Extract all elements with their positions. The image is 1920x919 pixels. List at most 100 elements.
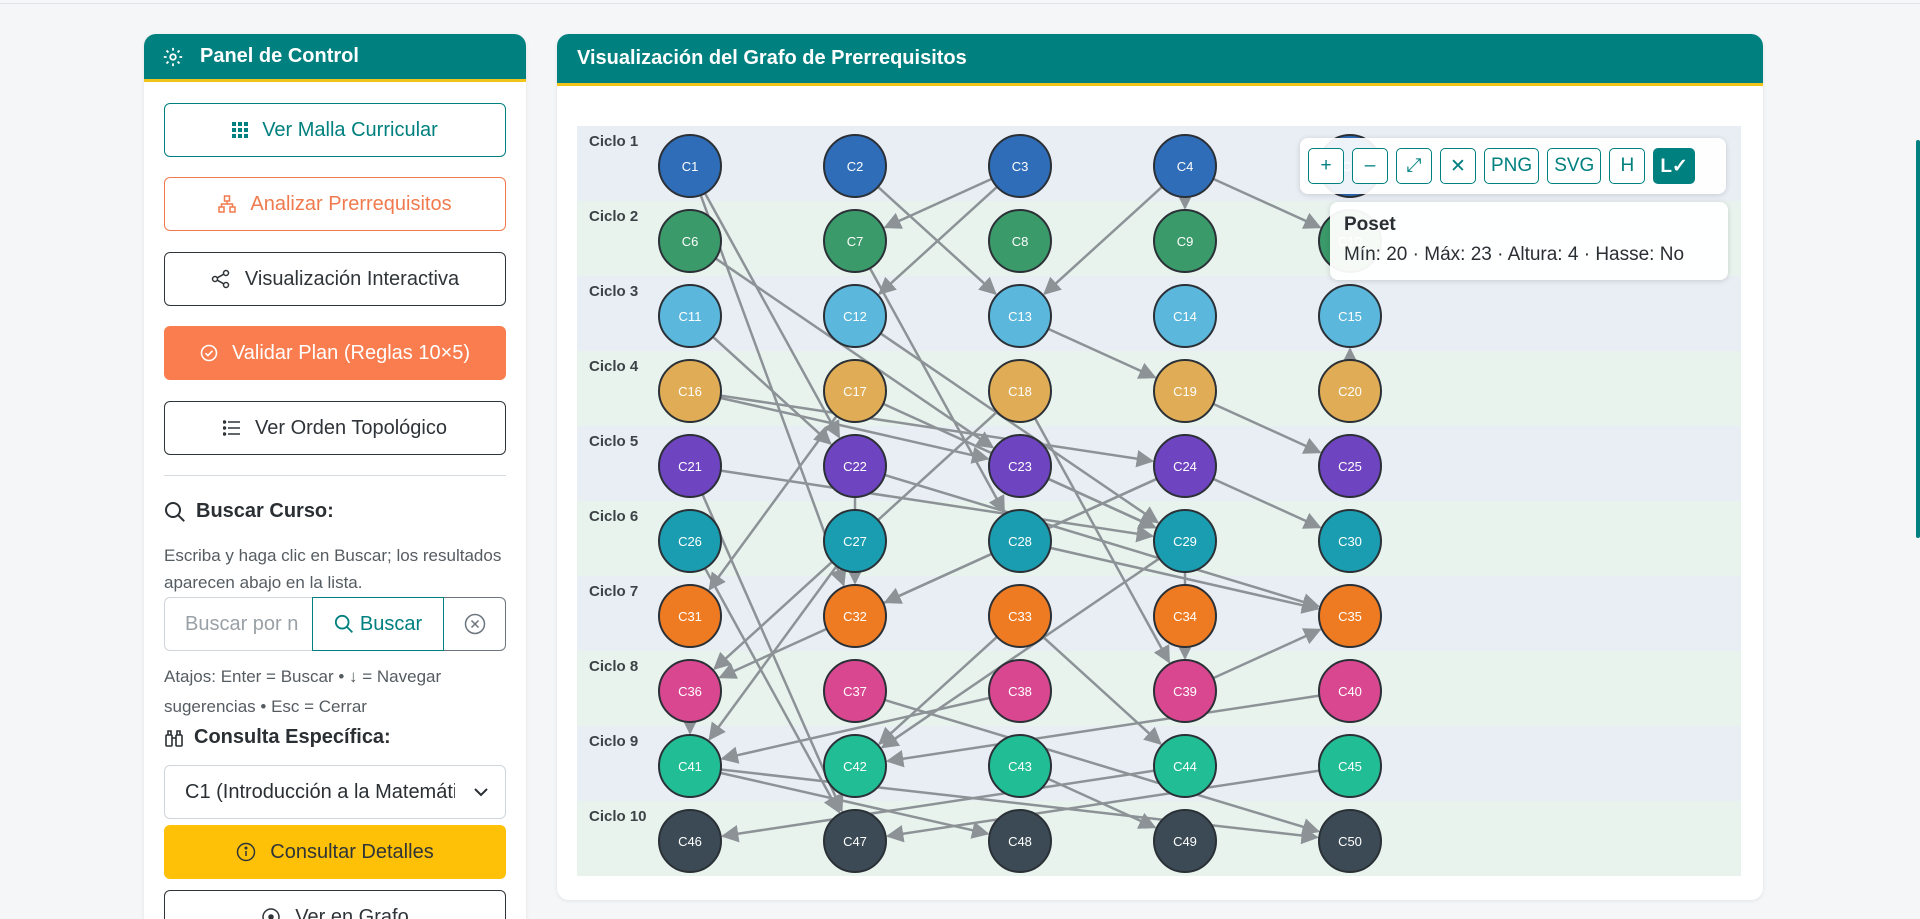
search-button[interactable]: Buscar	[312, 597, 444, 651]
course-node[interactable]: C2	[823, 134, 887, 198]
course-node[interactable]: C43	[988, 734, 1052, 798]
course-node[interactable]: C49	[1153, 809, 1217, 873]
course-select[interactable]: C1 (Introducción a la Matemática)	[164, 765, 506, 819]
course-node[interactable]: C36	[658, 659, 722, 723]
course-node-label: C1	[682, 159, 699, 174]
course-node[interactable]: C19	[1153, 359, 1217, 423]
shortcuts-line-2: sugerencias • Esc = Cerrar	[164, 697, 367, 716]
malla-curricular-label: Ver Malla Curricular	[262, 118, 438, 141]
consultar-detalles-button[interactable]: Consultar Detalles	[164, 825, 506, 879]
course-node[interactable]: C39	[1153, 659, 1217, 723]
course-node[interactable]: C20	[1318, 359, 1382, 423]
course-node[interactable]: C40	[1318, 659, 1382, 723]
control-panel-title: Panel de Control	[200, 45, 359, 67]
course-node-label: C9	[1177, 234, 1194, 249]
analizar-prerrequisitos-button[interactable]: Analizar Prerrequisitos	[164, 177, 506, 231]
course-node[interactable]: C33	[988, 584, 1052, 648]
course-node[interactable]: C15	[1318, 284, 1382, 348]
course-node[interactable]: C3	[988, 134, 1052, 198]
course-node-label: C12	[843, 309, 867, 324]
cycle-label: Ciclo 8	[589, 658, 638, 675]
grid-icon	[232, 122, 249, 138]
course-node[interactable]: C35	[1318, 584, 1382, 648]
visualization-header: Visualización del Grafo de Prerrequisito…	[557, 34, 1763, 86]
course-node[interactable]: C6	[658, 209, 722, 273]
course-node[interactable]: C17	[823, 359, 887, 423]
course-node[interactable]: C11	[658, 284, 722, 348]
course-node-label: C11	[679, 309, 702, 324]
course-node[interactable]: C16	[658, 359, 722, 423]
course-node[interactable]: C23	[988, 434, 1052, 498]
ver-en-grafo-button[interactable]: Ver en Grafo	[164, 890, 506, 919]
course-node-label: C8	[1012, 234, 1029, 249]
visualizacion-interactiva-button[interactable]: Visualización Interactiva	[164, 252, 506, 306]
hasse-toggle-button[interactable]: H	[1609, 148, 1646, 184]
course-node-label: C33	[1008, 609, 1032, 624]
validar-plan-button[interactable]: Validar Plan (Reglas 10×5)	[164, 326, 506, 380]
course-node[interactable]: C28	[988, 509, 1052, 573]
course-node[interactable]: C1	[658, 134, 722, 198]
zoom-in-button[interactable]: +	[1308, 148, 1344, 184]
course-node[interactable]: C44	[1153, 734, 1217, 798]
course-node-label: C20	[1338, 384, 1362, 399]
layout-toggle-button[interactable]: L✓	[1653, 148, 1695, 184]
zoom-out-button[interactable]: –	[1352, 148, 1388, 184]
course-node[interactable]: C8	[988, 209, 1052, 273]
course-node[interactable]: C29	[1153, 509, 1217, 573]
course-node-label: C16	[678, 384, 702, 399]
course-node[interactable]: C45	[1318, 734, 1382, 798]
course-node[interactable]: C25	[1318, 434, 1382, 498]
course-node[interactable]: C26	[658, 509, 722, 573]
fit-view-button[interactable]: ⤢	[1396, 148, 1432, 184]
course-node[interactable]: C21	[658, 434, 722, 498]
page-scrollbar[interactable]	[1916, 140, 1920, 538]
course-node[interactable]: C12	[823, 284, 887, 348]
diagram-icon	[218, 195, 237, 213]
course-node[interactable]: C42	[823, 734, 887, 798]
search-button-label: Buscar	[359, 612, 423, 635]
course-node[interactable]: C24	[1153, 434, 1217, 498]
course-node-label: C14	[1173, 309, 1197, 324]
course-node[interactable]: C4	[1153, 134, 1217, 198]
malla-curricular-button[interactable]: Ver Malla Curricular	[164, 103, 506, 157]
search-input[interactable]	[164, 597, 312, 651]
course-node[interactable]: C9	[1153, 209, 1217, 273]
course-node[interactable]: C13	[988, 284, 1052, 348]
export-svg-button[interactable]: SVG	[1547, 148, 1602, 184]
course-node-label: C18	[1008, 384, 1032, 399]
course-node[interactable]: C7	[823, 209, 887, 273]
orden-topologico-label: Ver Orden Topológico	[255, 416, 447, 439]
course-node[interactable]: C38	[988, 659, 1052, 723]
course-node-label: C35	[1338, 609, 1362, 624]
close-button[interactable]: ✕	[1440, 148, 1476, 184]
search-icon	[334, 614, 353, 634]
clear-search-button[interactable]	[444, 597, 506, 651]
close-circle-icon	[464, 613, 485, 635]
course-node[interactable]: C37	[823, 659, 887, 723]
course-node-label: C2	[847, 159, 864, 174]
course-node[interactable]: C46	[658, 809, 722, 873]
share-icon	[211, 269, 230, 289]
course-node-label: C48	[1008, 834, 1032, 849]
export-png-button[interactable]: PNG	[1484, 148, 1540, 184]
course-node[interactable]: C27	[823, 509, 887, 573]
course-node[interactable]: C47	[823, 809, 887, 873]
visualization-title: Visualización del Grafo de Prerrequisito…	[577, 47, 967, 69]
poset-stats: Mín: 20 · Máx: 23 · Altura: 4 · Hasse: N…	[1344, 244, 1685, 265]
orden-topologico-button[interactable]: Ver Orden Topológico	[164, 401, 506, 455]
cycle-label: Ciclo 6	[589, 508, 638, 525]
course-node[interactable]: C50	[1318, 809, 1382, 873]
course-node[interactable]: C34	[1153, 584, 1217, 648]
course-node-label: C32	[843, 609, 867, 624]
course-node[interactable]: C32	[823, 584, 887, 648]
course-node[interactable]: C41	[658, 734, 722, 798]
course-node[interactable]: C18	[988, 359, 1052, 423]
poset-info-card: Poset Mín: 20 · Máx: 23 · Altura: 4 · Ha…	[1330, 202, 1728, 280]
course-node[interactable]: C22	[823, 434, 887, 498]
course-node[interactable]: C14	[1153, 284, 1217, 348]
course-node-label: C43	[1008, 759, 1032, 774]
course-node[interactable]: C48	[988, 809, 1052, 873]
course-node[interactable]: C31	[658, 584, 722, 648]
consulta-especifica-label: Consulta Específica:	[194, 726, 391, 748]
course-node[interactable]: C30	[1318, 509, 1382, 573]
